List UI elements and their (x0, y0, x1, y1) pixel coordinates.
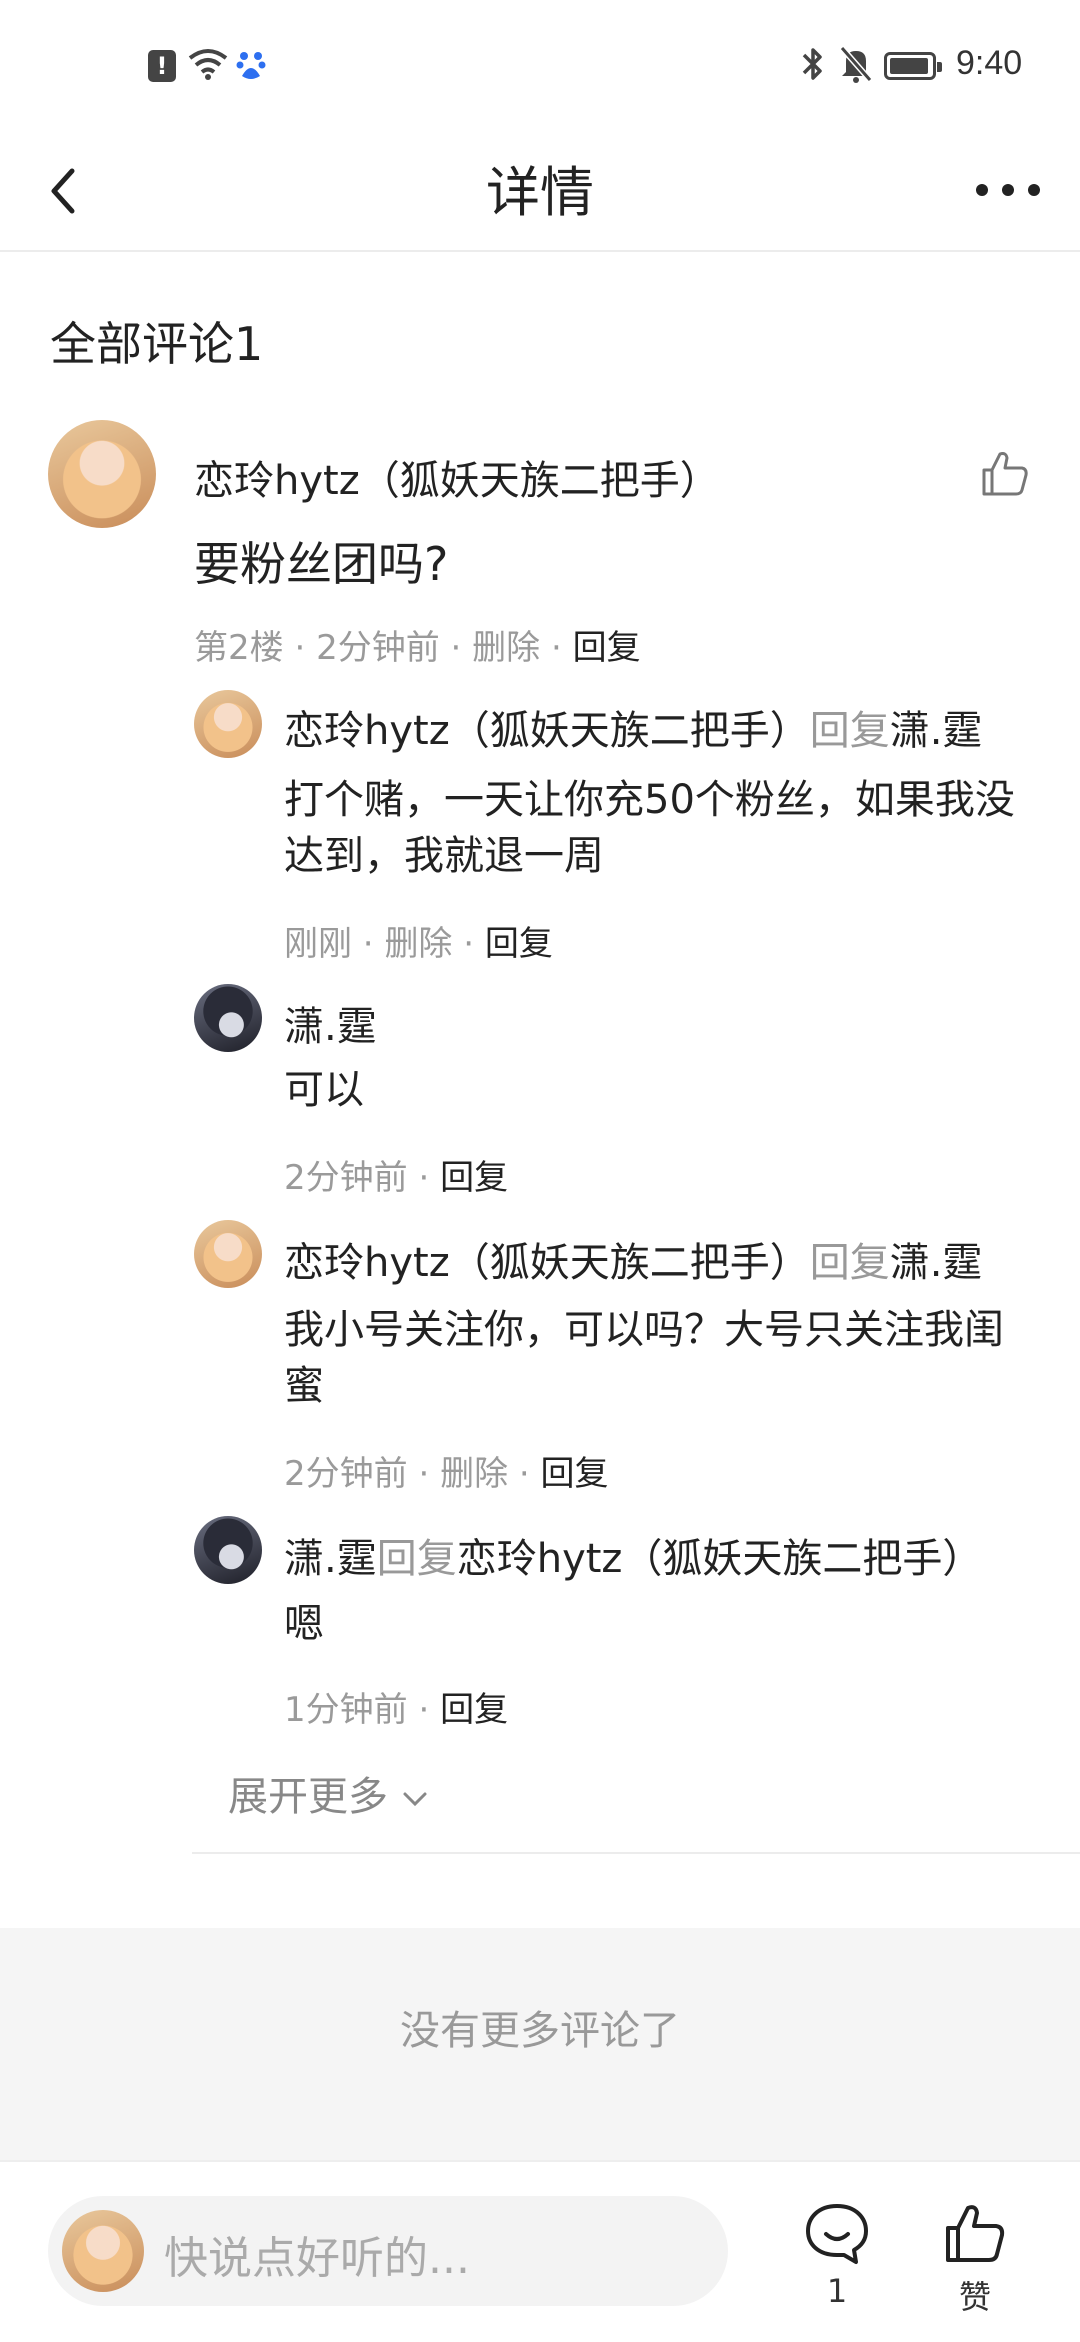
baidu-paw-icon (236, 52, 266, 79)
reply-author[interactable]: 潇.霆 (284, 1536, 377, 1582)
comment-count: 1 (826, 2272, 848, 2310)
reply-text: 我小号关注你，可以吗？大号只关注我闺蜜 (284, 1307, 1004, 1409)
no-more-comments: 没有更多评论了 (400, 2008, 680, 2054)
reply-meta: 刚刚 · 删除 · 回复 (284, 924, 553, 964)
delete-button[interactable]: 删除 (440, 1454, 508, 1494)
divider (192, 1852, 1080, 1854)
comment-input[interactable]: 快说点好听的... (48, 2196, 728, 2306)
wifi-icon (188, 49, 228, 80)
reply-text: 嗯 (284, 1601, 324, 1647)
reply-button[interactable]: 回复 (541, 1454, 609, 1494)
expand-more-button[interactable]: 展开更多 (228, 1764, 429, 1822)
reply-meta: 2分钟前 · 回复 (284, 1158, 509, 1198)
reply-target[interactable]: 潇.霆 (890, 1240, 983, 1286)
top-nav: 详情 (0, 130, 1080, 252)
reply-author-line: 潇.霆 (284, 994, 377, 1052)
reply-word: 回复 (809, 708, 890, 754)
reply-author[interactable]: 恋玲hytz（狐妖天族二把手） (284, 1240, 810, 1286)
battery-icon (884, 52, 942, 80)
bluetooth-icon (802, 48, 822, 80)
reply-text: 打个赌，一天让你充50个粉丝，如果我没达到，我就退一周 (284, 777, 1015, 879)
comment-text: 要粉丝团吗? (194, 537, 449, 591)
reply-time: 2分钟前 (284, 1454, 408, 1494)
comment-time: 2分钟前 (316, 628, 440, 668)
comments-section-title: 全部评论1 (50, 317, 264, 371)
comment-author[interactable]: 恋玲hytz（狐妖天族二把手） (194, 448, 720, 506)
like-button[interactable]: 赞 (942, 2200, 1008, 2330)
delete-button[interactable]: 删除 (472, 628, 540, 668)
reply-time: 2分钟前 (284, 1158, 408, 1198)
reply-word: 回复 (809, 1240, 890, 1286)
avatar[interactable] (194, 690, 262, 758)
avatar[interactable] (194, 984, 262, 1052)
reply-author-line: 恋玲hytz（狐妖天族二把手）回复潇.霆 (284, 698, 982, 756)
reply-meta: 2分钟前 · 删除 · 回复 (284, 1454, 609, 1494)
avatar (62, 2210, 144, 2292)
reply-button[interactable]: 回复 (573, 628, 641, 668)
thumbs-up-icon (946, 2205, 1005, 2262)
reply-button[interactable]: 回复 (440, 1690, 508, 1730)
avatar[interactable] (48, 420, 156, 528)
like-label: 赞 (958, 2278, 991, 2316)
status-time: 9:40 (956, 44, 1023, 82)
reply-target[interactable]: 恋玲hytz（狐妖天族二把手） (457, 1536, 983, 1582)
thumbs-up-icon[interactable] (980, 448, 1030, 498)
reply-time: 1分钟前 (284, 1690, 408, 1730)
status-bar: ! 9:40 (0, 0, 1080, 130)
comment-meta: 第2楼 · 2分钟前 · 删除 · 回复 (194, 628, 641, 668)
expand-more-label: 展开更多 (228, 1774, 388, 1820)
reply-text: 可以 (284, 1067, 364, 1113)
more-icon[interactable] (968, 170, 1048, 210)
delete-button[interactable]: 删除 (384, 924, 452, 964)
comment-floor: 第2楼 (194, 628, 284, 668)
bottom-bar: 快说点好听的... 1 赞 (0, 2160, 1080, 2342)
comment-bubble-icon (806, 2204, 868, 2264)
avatar[interactable] (194, 1516, 262, 1584)
comment-input-placeholder: 快说点好听的... (164, 2233, 470, 2284)
reply-word: 回复 (376, 1536, 457, 1582)
reply-target[interactable]: 潇.霆 (890, 708, 983, 754)
reply-time: 刚刚 (284, 924, 352, 964)
reply-author[interactable]: 潇.霆 (284, 1004, 377, 1050)
reply-author-line: 潇.霆回复恋玲hytz（狐妖天族二把手） (284, 1526, 982, 1584)
chevron-down-icon (403, 1792, 427, 1807)
reply-meta: 1分钟前 · 回复 (284, 1690, 509, 1730)
comment-count-button[interactable]: 1 (800, 2200, 874, 2320)
alert-icon: ! (148, 50, 176, 82)
bell-off-icon (839, 46, 873, 83)
reply-author-line: 恋玲hytz（狐妖天族二把手）回复潇.霆 (284, 1230, 982, 1288)
reply-button[interactable]: 回复 (440, 1158, 508, 1198)
page-title: 详情 (486, 161, 594, 224)
avatar[interactable] (194, 1220, 262, 1288)
reply-button[interactable]: 回复 (485, 924, 553, 964)
reply-author[interactable]: 恋玲hytz（狐妖天族二把手） (284, 708, 810, 754)
